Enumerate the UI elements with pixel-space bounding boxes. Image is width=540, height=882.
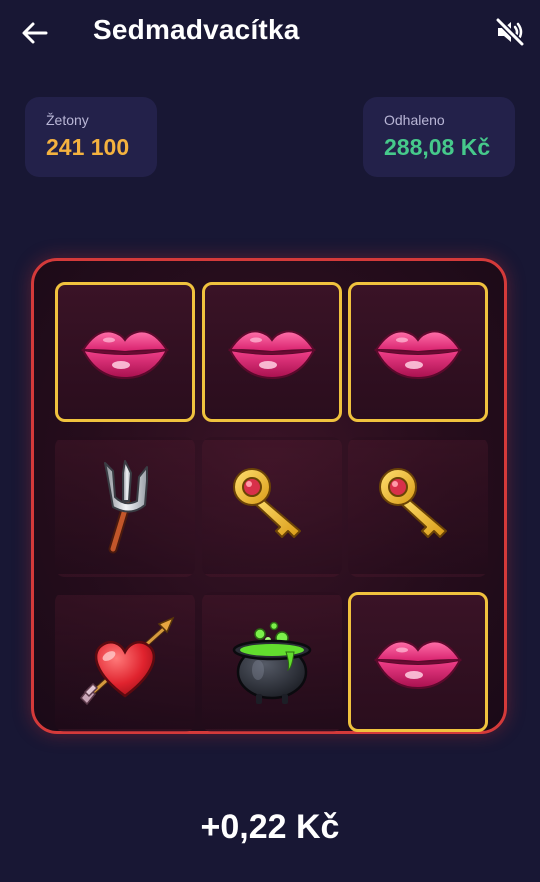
scratch-board bbox=[31, 258, 507, 734]
board-cell[interactable] bbox=[348, 592, 488, 732]
trident-icon bbox=[75, 455, 175, 560]
board-cell[interactable] bbox=[201, 592, 342, 732]
board-cell[interactable] bbox=[55, 592, 195, 732]
tokens-value: 241 100 bbox=[46, 134, 130, 160]
board-cell[interactable] bbox=[348, 437, 488, 577]
mute-button[interactable] bbox=[494, 16, 526, 48]
board-cell[interactable] bbox=[348, 282, 488, 422]
revealed-card: Odhaleno 288,08 Kč bbox=[363, 97, 515, 177]
lips-icon bbox=[368, 610, 468, 715]
cauldron-icon bbox=[222, 610, 322, 715]
lips-icon bbox=[368, 300, 468, 405]
back-button[interactable] bbox=[20, 18, 50, 48]
payout-amount: +0,22 Kč bbox=[200, 808, 340, 846]
arrow-left-icon bbox=[22, 22, 48, 44]
board-cell[interactable] bbox=[55, 282, 195, 422]
app-header: Sedmadvacítka bbox=[0, 0, 540, 66]
revealed-value: 288,08 Kč bbox=[384, 134, 491, 160]
lips-icon bbox=[222, 300, 322, 405]
tokens-label: Žetony bbox=[46, 112, 89, 128]
tokens-card: Žetony 241 100 bbox=[25, 97, 157, 177]
board-cell[interactable] bbox=[55, 437, 195, 577]
board-cell[interactable] bbox=[201, 437, 342, 577]
key-icon bbox=[368, 455, 468, 560]
lips-icon bbox=[75, 300, 175, 405]
heart-arrow-icon bbox=[75, 610, 175, 715]
volume-muted-icon bbox=[495, 17, 525, 47]
revealed-label: Odhaleno bbox=[384, 112, 445, 128]
board-cell[interactable] bbox=[201, 282, 342, 422]
page-title: Sedmadvacítka bbox=[93, 14, 300, 45]
key-icon bbox=[222, 455, 322, 560]
